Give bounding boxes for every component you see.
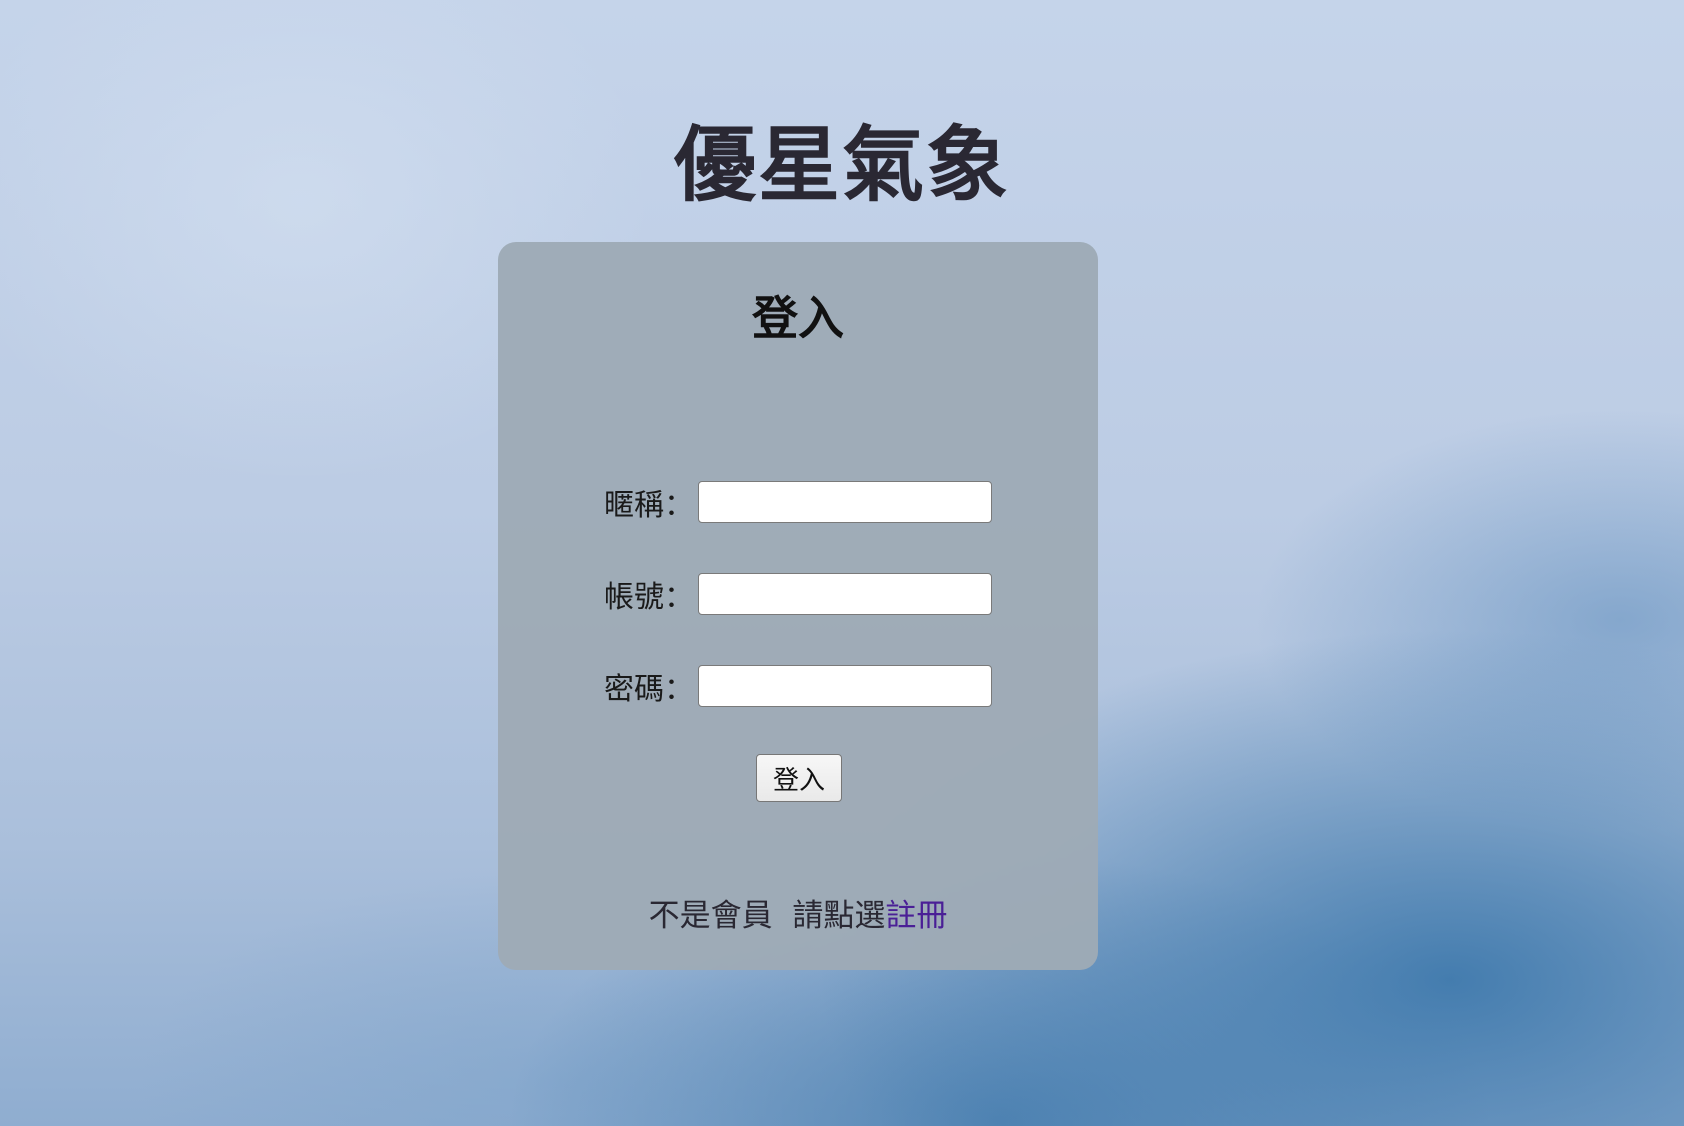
account-label: 帳號： [604, 580, 694, 615]
account-row: 帳號： [604, 572, 992, 616]
site-title: 優星氣象 [673, 118, 1010, 213]
nickname-input[interactable] [698, 481, 992, 523]
login-card-title: 登入 [752, 291, 844, 345]
register-line: 不是會員 請點選註冊 [498, 894, 1098, 938]
password-label: 密碼： [604, 672, 694, 707]
login-card: 登入 暱稱： 帳號： 密碼： 登入 不是會員 請點選註冊 [498, 242, 1098, 970]
nickname-label: 暱稱： [604, 488, 694, 523]
register-link[interactable]: 註冊 [885, 898, 947, 934]
nickname-row: 暱稱： [604, 480, 992, 524]
login-button[interactable]: 登入 [756, 754, 842, 802]
password-input[interactable] [698, 665, 992, 707]
account-input[interactable] [698, 573, 992, 615]
register-prompt: 不是會員 請點選 [648, 898, 886, 934]
password-row: 密碼： [604, 664, 992, 708]
